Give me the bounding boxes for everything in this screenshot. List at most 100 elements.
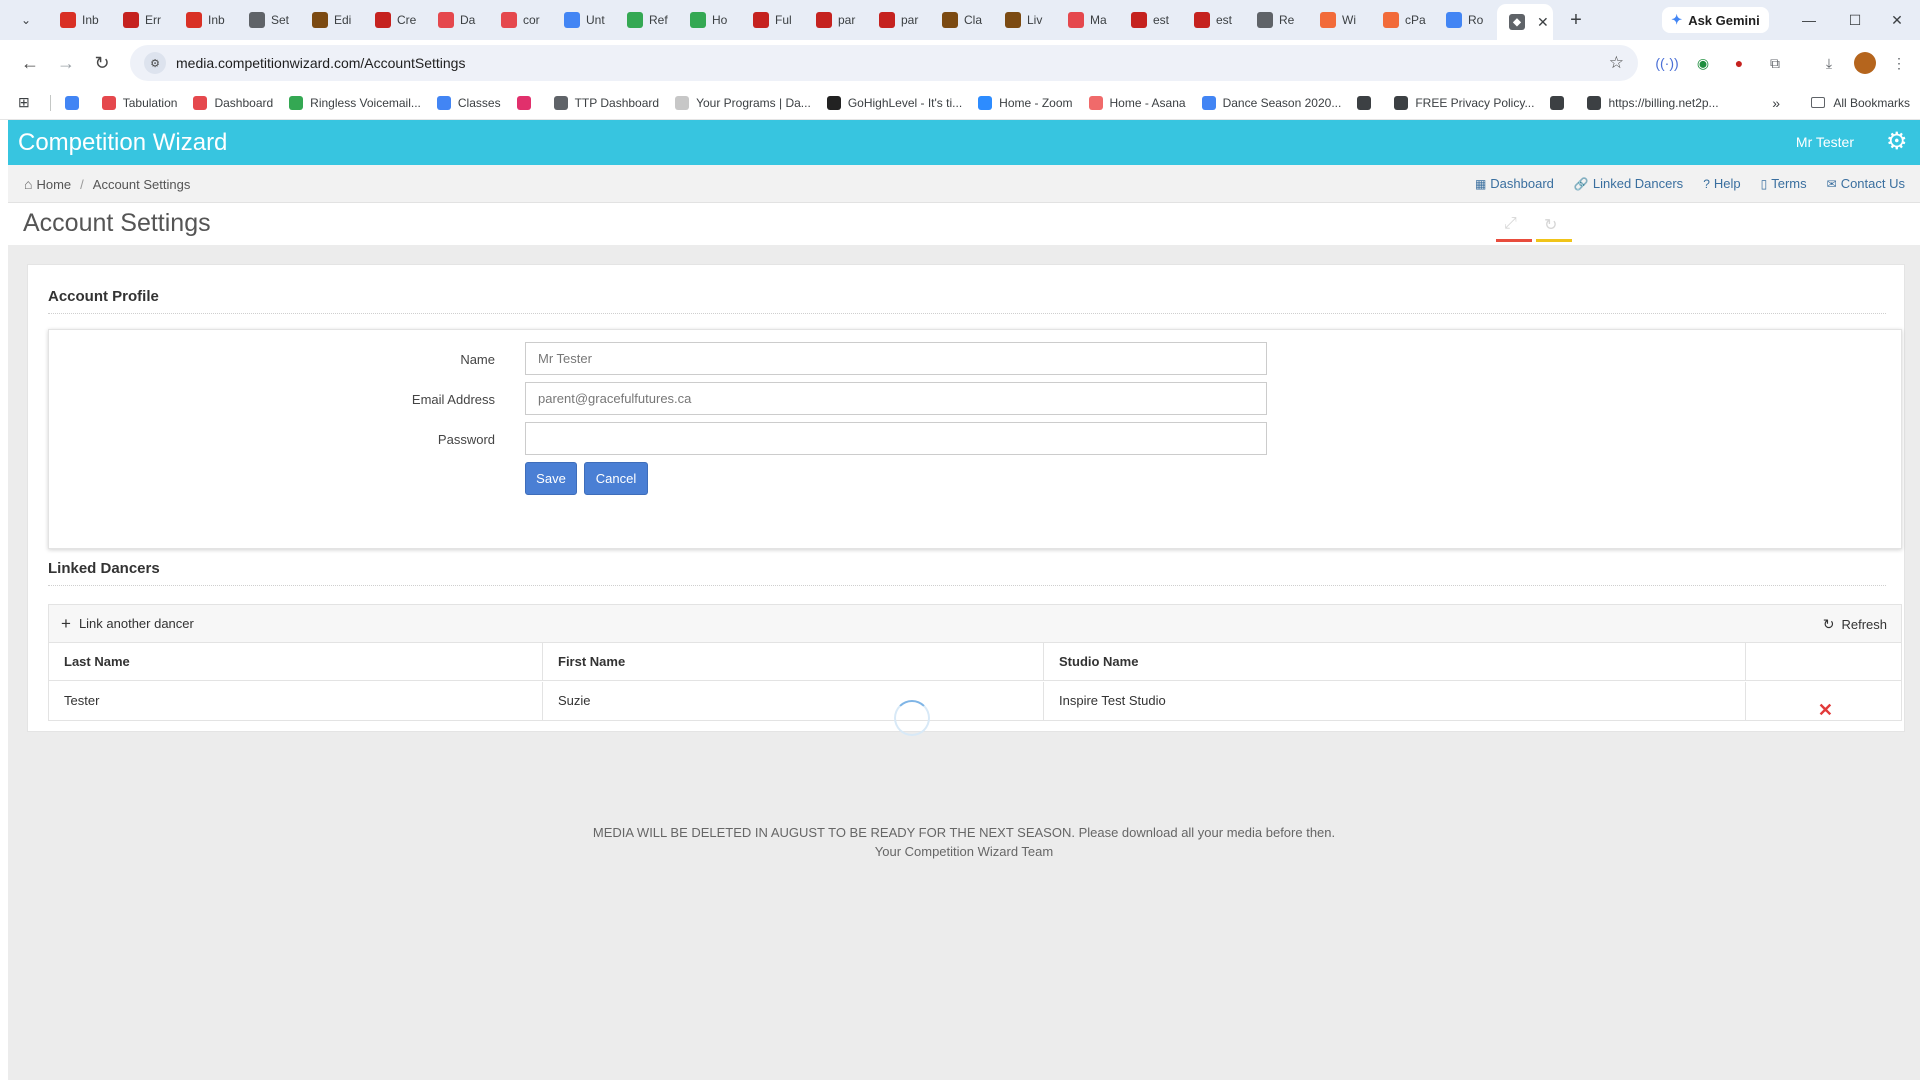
site-info-icon[interactable]: ⚙ (144, 52, 166, 74)
tab-search-chevron-icon[interactable]: ⌄ (14, 8, 38, 32)
browser-tab[interactable]: Ref (615, 0, 678, 40)
tab-favicon-icon (1383, 12, 1399, 28)
cancel-button[interactable]: Cancel (584, 462, 648, 495)
email-label: Email Address (411, 392, 495, 407)
bookmark-item[interactable]: Ringless Voicemail... (289, 95, 421, 110)
refresh-button[interactable]: ↻ Refresh (1823, 616, 1887, 633)
bookmark-item[interactable]: FREE Privacy Policy... (1394, 95, 1534, 110)
docs-bookmark-icon[interactable] (64, 95, 86, 110)
browser-tab[interactable]: cor (489, 0, 552, 40)
column-header-last-name[interactable]: Last Name (49, 643, 543, 681)
browser-tab[interactable]: Ho (678, 0, 741, 40)
browser-tab[interactable]: Ro (1434, 0, 1497, 40)
bookmark-favicon-icon (1088, 95, 1103, 110)
browser-tab[interactable]: Cla (930, 0, 993, 40)
browser-tab[interactable]: Set (237, 0, 300, 40)
table-header-row: Last Name First Name Studio Name (49, 643, 1901, 681)
bookmark-item[interactable]: Classes (436, 95, 501, 110)
column-header-first-name[interactable]: First Name (543, 643, 1044, 681)
bookmark-item[interactable]: TTP Dashboard (553, 95, 659, 110)
all-bookmarks-label: All Bookmarks (1833, 95, 1910, 110)
new-tab-button[interactable]: + (1561, 5, 1591, 35)
extensions-puzzle-icon[interactable]: ⧉ (1764, 52, 1786, 74)
browser-tab[interactable]: Cre (363, 0, 426, 40)
top-link-linked-dancers[interactable]: 🔗 Linked Dancers (1574, 176, 1683, 191)
browser-tab[interactable]: Inb (174, 0, 237, 40)
top-link-contact-us[interactable]: ✉ Contact Us (1827, 176, 1905, 191)
reload-icon[interactable]: ↻ (84, 45, 120, 81)
browser-tab[interactable]: Inb (48, 0, 111, 40)
bookmark-item[interactable]: Tabulation (101, 95, 177, 110)
browser-tab[interactable]: par (804, 0, 867, 40)
all-bookmarks-button[interactable]: All Bookmarks (1811, 96, 1910, 110)
fullscreen-icon[interactable]: ⤢ (1504, 215, 1517, 233)
refresh-page-icon[interactable]: ↻ (1544, 215, 1557, 235)
top-link-label: Terms (1771, 176, 1807, 191)
bookmark-item[interactable] (1357, 95, 1378, 110)
bookmark-item[interactable]: https://billing.net2p... (1587, 95, 1719, 110)
bookmark-item[interactable]: Your Programs | Da... (675, 95, 811, 110)
delete-link-icon[interactable]: ✕ (1818, 691, 1833, 729)
top-link-help[interactable]: ? Help (1703, 176, 1740, 191)
browser-tab[interactable]: par (867, 0, 930, 40)
bookmark-item[interactable]: Home - Asana (1088, 95, 1186, 110)
forward-arrow-icon[interactable]: → (48, 45, 84, 81)
browser-tab[interactable]: Err (111, 0, 174, 40)
maximize-window-button[interactable]: ☐ (1832, 0, 1878, 40)
link-another-dancer-button[interactable]: + Link another dancer (61, 615, 194, 632)
more-bookmarks-chevron-icon[interactable]: » (1772, 95, 1780, 111)
top-link-terms[interactable]: ▯ Terms (1761, 176, 1807, 191)
browser-tab[interactable]: Liv (993, 0, 1056, 40)
address-bar[interactable]: ⚙ media.competitionwizard.com/AccountSet… (130, 45, 1638, 81)
close-tab-icon[interactable]: ✕ (1537, 14, 1549, 31)
gear-icon[interactable]: ⚙ (1886, 130, 1910, 154)
save-button[interactable]: Save (525, 462, 577, 495)
browser-tab[interactable]: Da (426, 0, 489, 40)
browser-menu-icon[interactable]: ⋮ (1888, 52, 1910, 74)
top-link-label: Linked Dancers (1592, 176, 1684, 191)
user-name[interactable]: Mr Tester (1796, 134, 1854, 150)
bookmark-item[interactable] (516, 95, 538, 110)
browser-toolbar: ← → ↻ ⚙ media.competitionwizard.com/Acco… (0, 40, 1920, 86)
bookmark-item[interactable]: Dashboard (193, 95, 273, 110)
breadcrumb-home-link[interactable]: Home (36, 177, 71, 192)
profile-avatar[interactable] (1854, 52, 1876, 74)
tab-title: Cre (397, 13, 417, 27)
name-field[interactable] (525, 342, 1267, 375)
bookmark-item[interactable]: GoHighLevel - It's ti... (826, 95, 962, 110)
extension-wave-icon[interactable]: ((·)) (1655, 52, 1678, 74)
bookmark-star-icon[interactable]: ☆ (1609, 53, 1624, 73)
home-icon[interactable]: ⌂ (24, 176, 32, 192)
downloads-icon[interactable]: ⤓ (1818, 52, 1840, 74)
browser-tab[interactable]: Ful (741, 0, 804, 40)
bookmark-item[interactable] (1550, 95, 1571, 110)
column-header-studio-name[interactable]: Studio Name (1044, 643, 1746, 681)
brand-title[interactable]: Competition Wizard (18, 129, 227, 157)
email-field[interactable] (525, 382, 1267, 415)
browser-tab[interactable]: est (1182, 0, 1245, 40)
bookmark-item[interactable]: Home - Zoom (978, 95, 1073, 110)
browser-tab[interactable]: Wi (1308, 0, 1371, 40)
bookmark-favicon-icon (1587, 95, 1602, 110)
browser-tab[interactable]: Edi (300, 0, 363, 40)
url-text[interactable]: media.competitionwizard.com/AccountSetti… (176, 55, 465, 71)
footer-notice: MEDIA WILL BE DELETED IN AUGUST TO BE RE… (8, 823, 1920, 861)
ask-gemini-button[interactable]: ✦ Ask Gemini (1662, 7, 1769, 33)
tab-active-account-settings[interactable]: ◆ ✕ (1497, 4, 1553, 40)
minimize-window-button[interactable]: — (1786, 0, 1832, 40)
top-link-dashboard[interactable]: ▦ Dashboard (1475, 176, 1554, 191)
password-field[interactable] (525, 422, 1267, 455)
browser-tab[interactable]: Unt (552, 0, 615, 40)
apps-grid-icon[interactable]: ⊞ (18, 94, 30, 111)
browser-tab[interactable]: Ma (1056, 0, 1119, 40)
close-window-button[interactable]: ✕ (1874, 0, 1920, 40)
browser-tab[interactable]: cPa (1371, 0, 1434, 40)
browser-tab[interactable]: Re (1245, 0, 1308, 40)
extension-red-icon[interactable]: ● (1728, 52, 1750, 74)
grammarly-icon[interactable]: ◉ (1692, 52, 1714, 74)
tab-strip: ⌄ Inb Err Inb Set Edi Cre Da cor Unt Ref Ho Ful par p… (0, 0, 1920, 40)
table-toolbar: + Link another dancer ↻ Refresh (49, 605, 1901, 643)
browser-tab[interactable]: est (1119, 0, 1182, 40)
back-arrow-icon[interactable]: ← (12, 45, 48, 81)
bookmark-item[interactable]: Dance Season 2020... (1201, 95, 1341, 110)
